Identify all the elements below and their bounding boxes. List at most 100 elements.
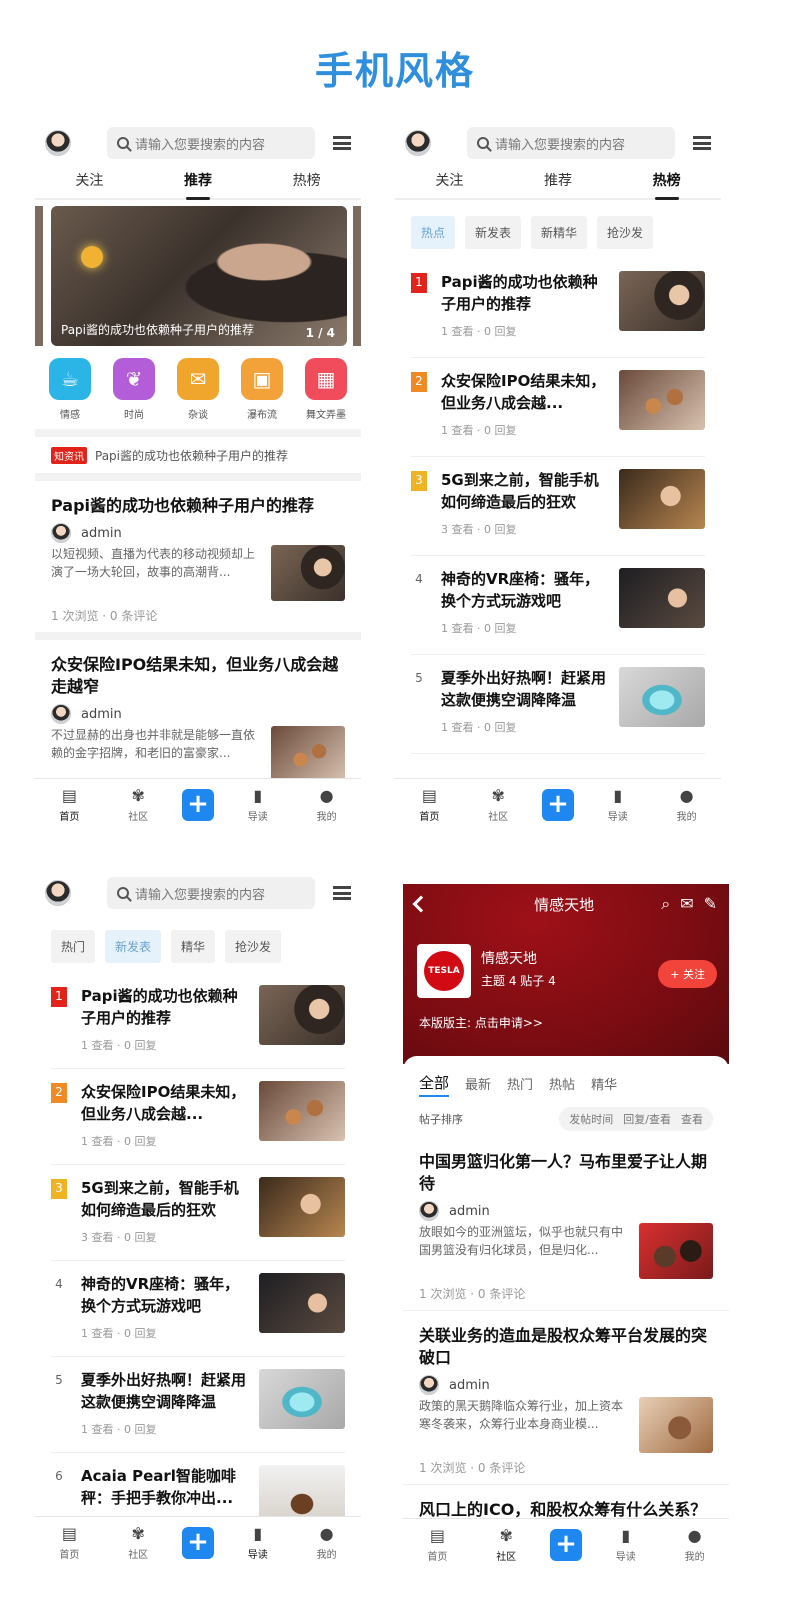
moderator-apply-link[interactable]: 本版版主: 点击申请>> <box>419 1014 543 1031</box>
add-post-button[interactable]: + <box>549 1528 582 1561</box>
nav-home[interactable]: ▤ 首页 <box>404 786 454 823</box>
nav-community[interactable]: ✾ 社区 <box>473 786 523 823</box>
list-item[interactable]: 5 夏季外出好热啊！赶紧用这款便携空调降降温 1 查看 · 0 回复 <box>411 655 705 754</box>
chip-new[interactable]: 新发表 <box>105 930 162 963</box>
edit-icon[interactable]: ✎ <box>704 894 717 914</box>
chip-hot[interactable]: 热门 <box>51 930 96 963</box>
tab-follow[interactable]: 关注 <box>75 170 103 196</box>
list-item[interactable]: 3 5G到来之前，智能手机如何缔造最后的狂欢 3 查看 · 0 回复 <box>411 457 705 556</box>
nav-community[interactable]: ✾ 社区 <box>113 786 163 823</box>
category-fashion[interactable]: ❦ 时尚 <box>109 358 159 421</box>
user-icon: ● <box>319 785 334 805</box>
avatar[interactable] <box>405 130 431 156</box>
nav-profile[interactable]: ● 我的 <box>302 785 352 823</box>
nav-guide[interactable]: ▮ 导读 <box>233 786 283 823</box>
category-emotion[interactable]: ☕ 情感 <box>45 358 95 421</box>
sort-by-views[interactable]: 查看 <box>681 1111 703 1127</box>
book-icon: ▮ <box>621 1525 631 1545</box>
nav-community[interactable]: ✾ 社区 <box>113 1524 163 1561</box>
nav-profile[interactable]: ● 我的 <box>670 1526 720 1563</box>
nav-guide[interactable]: ▮ 导读 <box>601 1525 651 1563</box>
tab-hot[interactable]: 热榜 <box>653 170 681 200</box>
nav-community[interactable]: ✾ 社区 <box>481 1526 531 1563</box>
tab-recommend[interactable]: 推荐 <box>184 170 212 200</box>
nav-label: 我的 <box>676 811 697 823</box>
list-item[interactable]: 3 5G到来之前，智能手机如何缔造最后的狂欢 3 查看 · 0 回复 <box>51 1165 345 1261</box>
list-item[interactable]: 5 夏季外出好热啊！赶紧用这款便携空调降降温 1 查看 · 0 回复 <box>51 1357 345 1453</box>
phone-recommend: 请输入您要搜索的内容 关注 推荐 热榜 Papi酱的成功也依赖种子用户的推荐 1… <box>35 118 361 830</box>
add-post-button[interactable]: + <box>181 788 214 821</box>
list-item[interactable]: 2 众安保险IPO结果未知，但业务八成会越... 1 查看 · 0 回复 <box>51 1069 345 1165</box>
category-writing[interactable]: ▦ 舞文弄墨 <box>301 358 351 421</box>
feed-item[interactable]: 关联业务的造血是股权众筹平台发展的突破口 admin 政策的黑天鹅降临众筹行业，… <box>403 1311 729 1485</box>
sort-by-replies[interactable]: 回复/查看 <box>623 1111 671 1127</box>
nav-profile[interactable]: ● 我的 <box>302 1523 352 1561</box>
category-waterfall[interactable]: ▣ 瀑布流 <box>237 358 287 421</box>
filter-chips: 热门 新发表 精华 抢沙发 <box>35 918 361 973</box>
chip-hot[interactable]: 热点 <box>411 216 456 249</box>
news-ticker[interactable]: 知资讯 Papi酱的成功也依赖种子用户的推荐 <box>35 437 361 473</box>
nav-label: 首页 <box>427 1551 448 1563</box>
list-item[interactable]: 1 Papi酱的成功也依赖种子用户的推荐 1 查看 · 0 回复 <box>411 259 705 358</box>
tab-recommend[interactable]: 推荐 <box>544 170 572 196</box>
menu-icon[interactable] <box>333 136 351 150</box>
book-icon: ▮ <box>253 1523 263 1543</box>
list-item-meta: 3 查看 · 0 回复 <box>441 523 517 536</box>
nav-profile[interactable]: ● 我的 <box>662 786 712 823</box>
banner-image[interactable]: Papi酱的成功也依赖种子用户的推荐 1 / 4 <box>51 206 347 346</box>
avatar[interactable] <box>45 130 71 156</box>
feed-body: 不过显赫的出身也并非就是能够一直依赖的金字招牌，和老旧的富豪家... <box>51 726 345 782</box>
search-input[interactable]: 请输入您要搜索的内容 <box>467 127 675 159</box>
book-icon: ▮ <box>613 785 623 805</box>
menu-icon[interactable] <box>693 136 711 150</box>
list-item[interactable]: 2 众安保险IPO结果未知，但业务八成会越... 1 查看 · 0 回复 <box>411 358 705 457</box>
banner-carousel[interactable]: Papi酱的成功也依赖种子用户的推荐 1 / 4 <box>35 206 361 346</box>
list-item[interactable]: 1 Papi酱的成功也依赖种子用户的推荐 1 查看 · 0 回复 <box>51 973 345 1069</box>
list-item-thumbnail <box>619 667 705 727</box>
search-placeholder: 请输入您要搜索的内容 <box>495 137 626 153</box>
search-input[interactable]: 请输入您要搜索的内容 <box>107 877 315 909</box>
feed-item[interactable]: Papi酱的成功也依赖种子用户的推荐 admin 以短视频、直播为代表的移动视频… <box>35 481 361 640</box>
chip-sofa[interactable]: 抢沙发 <box>597 216 654 249</box>
nav-guide[interactable]: ▮ 导读 <box>593 785 643 823</box>
sort-row: 帖子排序 发帖时间 回复/查看 查看 <box>403 1101 729 1137</box>
menu-icon[interactable] <box>333 886 351 900</box>
list-item[interactable]: 4 神奇的VR座椅：骚年，换个方式玩游戏吧 1 查看 · 0 回复 <box>51 1261 345 1357</box>
tab-popular[interactable]: 热门 <box>507 1074 533 1093</box>
tab-bar: 关注 推荐 热榜 <box>395 168 721 200</box>
tab-hot-posts[interactable]: 热帖 <box>549 1074 575 1093</box>
nav-home[interactable]: ▤ 首页 <box>412 1526 462 1563</box>
feed-item[interactable]: 中国男篮归化第一人？马布里爱子让人期待 admin 放眼如今的亚洲篮坛，似乎也就… <box>403 1137 729 1311</box>
list-item-text: Papi酱的成功也依赖种子用户的推荐 1 查看 · 0 回复 <box>81 985 259 1056</box>
tab-latest[interactable]: 最新 <box>465 1074 491 1093</box>
add-post-button[interactable]: + <box>181 1526 214 1559</box>
list-item[interactable]: 4 神奇的VR座椅：骚年，换个方式玩游戏吧 1 查看 · 0 回复 <box>411 556 705 655</box>
nav-home[interactable]: ▤ 首页 <box>44 1524 94 1561</box>
chip-digest[interactable]: 新精华 <box>531 216 588 249</box>
avatar <box>51 523 71 543</box>
search-input[interactable]: 请输入您要搜索的内容 <box>107 127 315 159</box>
feed-item[interactable]: 风口上的ICO，和股权众筹有什么关系？ admin <box>403 1485 729 1518</box>
list-item-thumbnail <box>259 1081 345 1141</box>
list-item-thumbnail <box>259 985 345 1045</box>
nav-label: 社区 <box>488 811 509 823</box>
search-icon[interactable]: ⌕ <box>661 894 670 914</box>
tab-hot[interactable]: 热榜 <box>293 170 321 196</box>
user-icon: ● <box>319 1523 334 1543</box>
nav-home[interactable]: ▤ 首页 <box>44 786 94 823</box>
tab-follow[interactable]: 关注 <box>435 170 463 196</box>
building-icon: ▦ <box>305 358 347 400</box>
feed-item[interactable]: 众安保险IPO结果未知，但业务八成会越走越窄 admin 不过显赫的出身也并非就… <box>35 640 361 790</box>
nav-guide[interactable]: ▮ 导读 <box>233 1523 283 1561</box>
tab-digest[interactable]: 精华 <box>591 1074 617 1093</box>
message-icon[interactable]: ✉ <box>680 894 693 914</box>
chip-new[interactable]: 新发表 <box>465 216 522 249</box>
tab-all[interactable]: 全部 <box>419 1072 450 1097</box>
add-post-button[interactable]: + <box>541 788 574 821</box>
avatar[interactable] <box>45 880 71 906</box>
chip-sofa[interactable]: 抢沙发 <box>225 930 282 963</box>
chip-digest[interactable]: 精华 <box>171 930 216 963</box>
sort-by-time[interactable]: 发帖时间 <box>569 1111 613 1127</box>
follow-button[interactable]: + 关注 <box>658 960 717 988</box>
category-talk[interactable]: ✉ 杂谈 <box>173 358 223 421</box>
